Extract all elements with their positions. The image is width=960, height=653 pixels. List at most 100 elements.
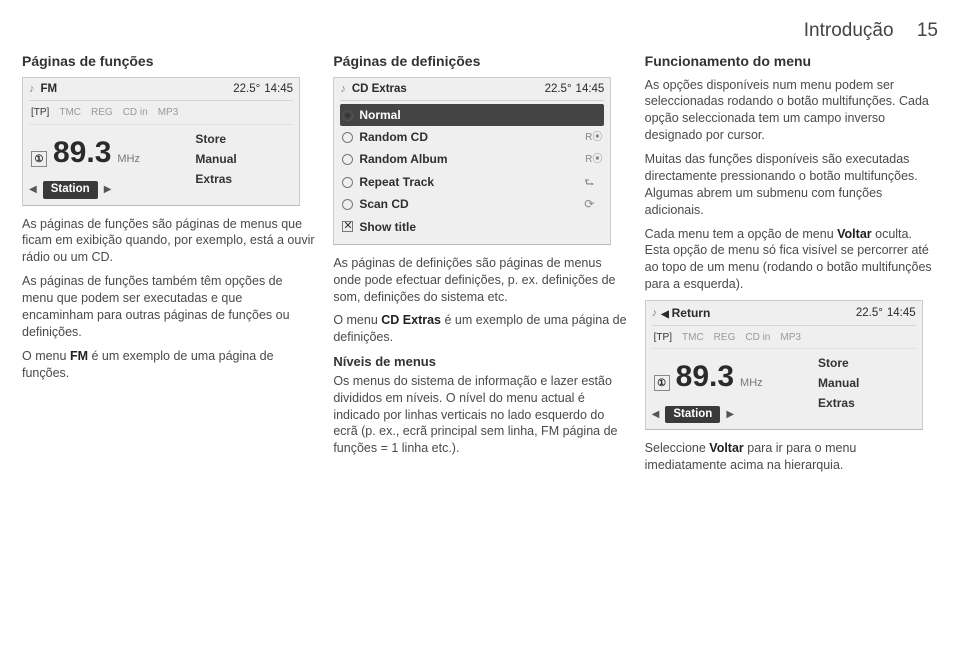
col2-subtitle: Níveis de menus: [333, 353, 626, 371]
next-icon[interactable]: ▶: [726, 408, 734, 422]
menu-manual[interactable]: Manual: [818, 373, 916, 393]
col3-p3b: Voltar: [837, 227, 872, 241]
next-icon[interactable]: ▶: [104, 183, 112, 197]
station-row[interactable]: ◀ Station ▶: [652, 406, 810, 424]
col3-p3a: Cada menu tem a opção de menu: [645, 227, 837, 241]
col2-para1: As páginas de definições são páginas de …: [333, 255, 626, 306]
status-tp: [TP]: [31, 106, 49, 120]
col1-p3b: FM: [70, 349, 88, 363]
status-mp3: MP3: [158, 106, 179, 120]
status-cdin: CD in: [745, 331, 770, 345]
radio-icon: [342, 154, 353, 165]
frequency-row: ① 89.3 MHz: [29, 129, 187, 176]
col3-para1: As opções disponíveis num menu podem ser…: [645, 77, 938, 145]
preset-badge: ①: [654, 375, 670, 391]
status-mp3: MP3: [780, 331, 801, 345]
ui-left: ① 89.3 MHz ◀ Station ▶: [29, 129, 187, 199]
radio-icon: [342, 177, 353, 188]
row-normal[interactable]: Normal: [340, 104, 604, 126]
row-random-album[interactable]: Random Album R⦿: [340, 148, 604, 170]
col2-p2a: O menu: [333, 313, 381, 327]
col2-p2b: CD Extras: [381, 313, 441, 327]
shuffle-icon: R⦿: [585, 131, 602, 145]
ui-side-menu: Store Manual Extras: [195, 129, 293, 190]
col3-para2: Muitas das funções disponíveis são execu…: [645, 151, 938, 219]
shuffle-icon: R⦿: [585, 153, 602, 167]
column-operation: Funcionamento do menu As opções disponív…: [645, 52, 938, 481]
menu-extras[interactable]: Extras: [818, 393, 916, 413]
frequency-display: 89.3: [676, 357, 734, 398]
label-random-album: Random Album: [359, 151, 585, 167]
settings-list: Normal Random CD R⦿ Random Album R⦿ Repe…: [340, 104, 604, 238]
col3-title: Funcionamento do menu: [645, 52, 938, 71]
temperature: 22.5°: [545, 82, 572, 98]
menu-store[interactable]: Store: [195, 129, 293, 149]
col1-para2: As páginas de funções também têm opções …: [22, 273, 315, 341]
ui-return-screen: Return 22.5° 14:45 [TP] TMC REG CD in MP…: [645, 300, 923, 430]
col1-para1: As páginas de funções são páginas de men…: [22, 216, 315, 267]
screen-title: CD Extras: [352, 82, 407, 98]
radio-icon: [342, 199, 353, 210]
repeat-one-icon: [582, 174, 596, 191]
ui-main: ① 89.3 MHz ◀ Station ▶ Store Manual Extr…: [652, 353, 916, 423]
ui-topbar: FM 22.5° 14:45: [29, 82, 293, 102]
frequency-row: ① 89.3 MHz: [652, 353, 810, 400]
page-number: 15: [917, 20, 938, 41]
ui-main: ① 89.3 MHz ◀ Station ▶ Store Manual Extr…: [29, 129, 293, 199]
clock: 14:45: [887, 306, 916, 322]
frequency-unit: MHz: [740, 376, 763, 391]
row-show-title[interactable]: Show title: [340, 216, 604, 238]
label-random-cd: Random CD: [359, 129, 585, 145]
clock: 14:45: [264, 82, 293, 98]
col3-para4: Seleccione Voltar para ir para o menu im…: [645, 440, 938, 474]
status-bar: [TP] TMC REG CD in MP3: [29, 104, 293, 125]
temperature: 22.5°: [856, 306, 883, 322]
station-button[interactable]: Station: [43, 181, 98, 199]
station-button[interactable]: Station: [665, 406, 720, 424]
station-row[interactable]: ◀ Station ▶: [29, 181, 187, 199]
ui-cd-extras-screen: CD Extras 22.5° 14:45 Normal Random CD R…: [333, 77, 611, 245]
col2-para2: O menu CD Extras é um exemplo de uma pág…: [333, 312, 626, 346]
col2-title: Páginas de definições: [333, 52, 626, 71]
ui-left: ① 89.3 MHz ◀ Station ▶: [652, 353, 810, 423]
menu-store[interactable]: Store: [818, 353, 916, 373]
band-label: FM: [41, 82, 58, 98]
prev-icon[interactable]: ◀: [652, 408, 660, 422]
ui-topbar: Return 22.5° 14:45: [652, 305, 916, 326]
ui-topbar: CD Extras 22.5° 14:45: [340, 82, 604, 102]
row-random-cd[interactable]: Random CD R⦿: [340, 126, 604, 148]
columns: Páginas de funções FM 22.5° 14:45 [TP] T…: [22, 52, 938, 481]
menu-extras[interactable]: Extras: [195, 169, 293, 189]
row-repeat-track[interactable]: Repeat Track: [340, 171, 604, 194]
temperature: 22.5°: [233, 82, 260, 98]
checkbox-checked-icon: [342, 221, 353, 232]
music-icon: [29, 82, 35, 98]
preset-badge: ①: [31, 151, 47, 167]
column-functions: Páginas de funções FM 22.5° 14:45 [TP] T…: [22, 52, 315, 481]
label-show-title: Show title: [359, 219, 602, 235]
frequency-unit: MHz: [117, 152, 140, 167]
col1-title: Páginas de funções: [22, 52, 315, 71]
status-tmc: TMC: [682, 331, 704, 345]
label-repeat-track: Repeat Track: [359, 174, 582, 190]
status-reg: REG: [91, 106, 113, 120]
frequency-display: 89.3: [53, 133, 111, 174]
radio-icon: [342, 132, 353, 143]
header-title: Introdução: [804, 20, 894, 41]
status-tmc: TMC: [59, 106, 81, 120]
music-icon: [340, 82, 346, 98]
col3-p4b: Voltar: [709, 441, 744, 455]
col3-para3: Cada menu tem a opção de menu Voltar ocu…: [645, 226, 938, 294]
col1-p3a: O menu: [22, 349, 70, 363]
col1-para3: O menu FM é um exemplo de uma página de …: [22, 348, 315, 382]
return-button[interactable]: Return: [661, 305, 710, 322]
ui-fm-screen: FM 22.5° 14:45 [TP] TMC REG CD in MP3 ① …: [22, 77, 300, 206]
row-scan-cd[interactable]: Scan CD: [340, 193, 604, 215]
status-reg: REG: [714, 331, 736, 345]
col3-p4a: Seleccione: [645, 441, 710, 455]
label-normal: Normal: [359, 107, 602, 123]
menu-manual[interactable]: Manual: [195, 149, 293, 169]
prev-icon[interactable]: ◀: [29, 183, 37, 197]
scan-icon: [582, 196, 596, 212]
column-definitions: Páginas de definições CD Extras 22.5° 14…: [333, 52, 626, 481]
